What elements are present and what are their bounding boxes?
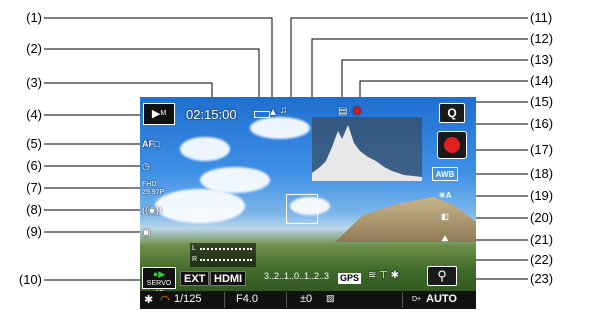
callout-1: (1) — [26, 10, 42, 25]
camera-screen: ▶M 02:15:00 ▲ ♫ ▤ ✱ Q AWB ☀A ◧ ⛰ AF□ ◷ F… — [140, 97, 476, 309]
auto-lighting-icon[interactable]: ◧ — [432, 210, 458, 224]
callout-17: (17) — [530, 142, 554, 157]
audio-l-label: L — [192, 245, 196, 252]
cloud — [250, 117, 310, 139]
separator — [224, 292, 225, 308]
callout-16: (16) — [530, 116, 554, 131]
ae-lock-icon: ✱ — [144, 294, 154, 306]
fps-label: 29.97P — [142, 189, 165, 196]
callout-15: (15) — [530, 94, 554, 109]
movie-quality-icon[interactable]: FHD 29.97P — [142, 181, 164, 197]
callout-14: (14) — [530, 73, 554, 88]
callout-21: (21) — [530, 232, 554, 247]
picture-style-icon[interactable]: ☀A — [432, 189, 458, 203]
shooting-mode-icon[interactable]: ▶M — [143, 103, 175, 125]
callout-7: (7) — [26, 180, 42, 195]
histogram-graph — [312, 125, 422, 181]
ext-indicator: EXT — [180, 271, 210, 286]
exposure-bar: ✱ ◠ 1/125 F4.0 ±0 ▨ D+ AUTO — [140, 291, 476, 309]
callout-6: (6) — [26, 158, 42, 173]
callout-9: (9) — [26, 224, 42, 239]
mode-label: M — [160, 110, 167, 117]
magnify-button[interactable]: ⚲ — [427, 266, 457, 286]
audio-level-meter: L R — [190, 243, 256, 267]
cloud — [155, 189, 245, 223]
digital-lens-icon[interactable]: ⛰ — [432, 232, 458, 246]
quick-control-button[interactable]: Q — [439, 103, 465, 123]
af-method-icon[interactable]: AF□ — [142, 139, 159, 149]
callout-3: (3) — [26, 75, 42, 90]
awb-icon[interactable]: AWB — [432, 167, 458, 181]
movie-digital-is-icon[interactable]: ((◉)) — [142, 205, 162, 216]
hdmi-indicator: HDMI — [210, 271, 247, 286]
iso-prefix: D+ — [412, 296, 422, 303]
iso-value[interactable]: AUTO — [426, 293, 457, 305]
audio-l-bar — [200, 248, 252, 250]
callout-13: (13) — [530, 52, 554, 67]
record-dot-icon — [444, 137, 460, 153]
callout-18: (18) — [530, 166, 554, 181]
audio-r-bar — [200, 259, 252, 261]
shutter-speed[interactable]: 1/125 — [174, 293, 202, 305]
callout-19: (19) — [530, 188, 554, 203]
cloud — [180, 137, 230, 161]
exposure-scale-icon: ▨ — [326, 293, 335, 303]
callout-11: (11) — [530, 10, 553, 25]
callout-4: (4) — [26, 107, 42, 122]
aperture-value[interactable]: F4.0 — [236, 293, 258, 305]
histogram — [312, 117, 422, 181]
callout-8: (8) — [26, 202, 42, 217]
electronic-level: 3..2..1..0..1..2..3 — [264, 271, 330, 281]
record-time: 02:15:00 — [186, 107, 237, 122]
servo-indicator-icon: ●▶ — [152, 269, 166, 279]
callout-2: (2) — [26, 41, 42, 56]
self-timer-icon[interactable]: ◷ — [142, 161, 150, 172]
microphone-icon: ♫ — [280, 105, 288, 116]
overheat-icon: ✱ — [352, 104, 363, 118]
callout-20: (20) — [530, 210, 554, 225]
callout-23: (23) — [530, 271, 554, 286]
callout-22: (22) — [530, 252, 554, 267]
leader-1 — [44, 17, 273, 108]
stabilizer-icon: ▤ — [338, 106, 348, 117]
callout-10: (10) — [18, 272, 42, 287]
gps-indicator: GPS — [338, 273, 362, 284]
audio-r-label: R — [192, 256, 198, 263]
servo-af-button[interactable]: ●▶SERVO AF — [142, 267, 176, 297]
wifi-icon: ≋ ⊤ ✱ — [368, 270, 400, 281]
callout-5: (5) — [26, 136, 42, 151]
hdr-movie-icon[interactable]: ▣ — [142, 227, 151, 238]
shutter-icon: ◠ — [160, 294, 170, 306]
fhd-label: FHD — [142, 181, 157, 188]
af-point-frame[interactable] — [286, 194, 318, 224]
camera-icon: ▲ — [268, 107, 278, 118]
exposure-comp[interactable]: ±0 — [300, 293, 312, 305]
record-button[interactable] — [437, 131, 467, 159]
callout-12: (12) — [530, 31, 554, 46]
separator — [286, 292, 287, 308]
separator — [402, 292, 403, 308]
